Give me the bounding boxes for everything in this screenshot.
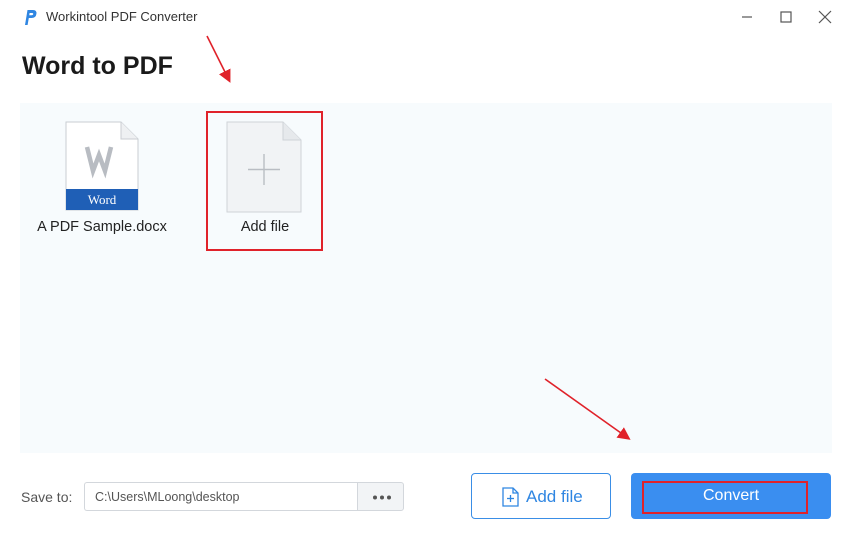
annotation-arrow-add-file bbox=[206, 35, 231, 83]
file-name: A PDF Sample.docx bbox=[37, 219, 167, 235]
close-button[interactable] bbox=[814, 6, 836, 28]
app-title: Workintool PDF Converter bbox=[46, 9, 198, 24]
title-bar: Workintool PDF Converter bbox=[0, 0, 852, 34]
save-path-input[interactable] bbox=[84, 482, 358, 511]
ellipsis-icon bbox=[373, 495, 391, 500]
file-type-badge: Word bbox=[87, 192, 117, 207]
browse-button[interactable] bbox=[357, 482, 404, 511]
annotation-highlight-convert bbox=[642, 481, 808, 514]
app-logo-icon bbox=[25, 10, 37, 25]
file-plus-icon bbox=[502, 487, 519, 507]
file-item[interactable]: Word A PDF Sample.docx bbox=[32, 121, 172, 249]
file-drop-area[interactable]: Word A PDF Sample.docx Add file bbox=[20, 103, 832, 453]
minimize-button[interactable] bbox=[736, 6, 758, 28]
save-to-label: Save to: bbox=[21, 489, 73, 505]
annotation-highlight-add-tile bbox=[206, 111, 323, 251]
close-icon bbox=[818, 10, 832, 24]
maximize-icon bbox=[780, 11, 792, 23]
app-window: Workintool PDF Converter Word to PDF Wor… bbox=[0, 0, 852, 540]
add-file-button-label: Add file bbox=[526, 487, 583, 506]
add-file-button[interactable]: Add file bbox=[471, 473, 611, 519]
maximize-button[interactable] bbox=[775, 6, 797, 28]
minimize-icon bbox=[742, 16, 752, 18]
page-title: Word to PDF bbox=[22, 52, 173, 80]
